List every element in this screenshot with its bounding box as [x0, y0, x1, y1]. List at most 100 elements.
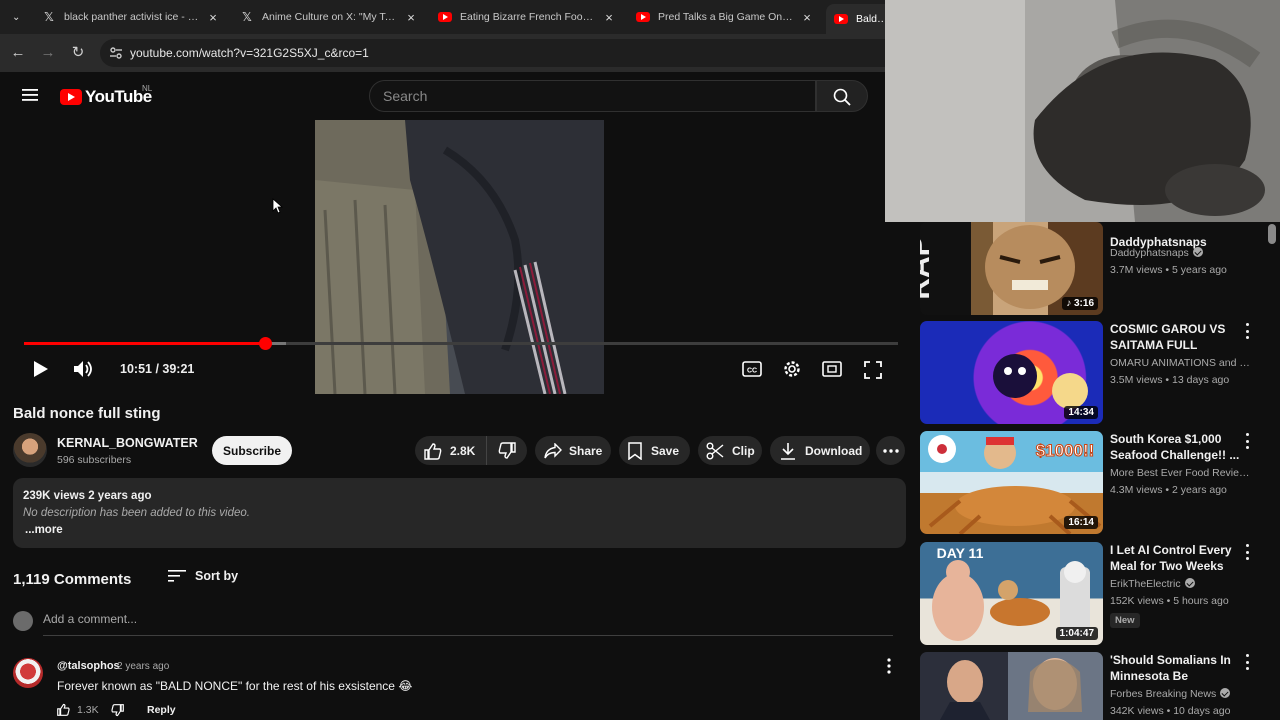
video-frame[interactable]: [315, 120, 604, 394]
site-settings-icon[interactable]: [109, 46, 123, 60]
video-duration: 1:04:47: [1055, 627, 1098, 640]
captions-icon[interactable]: CC: [742, 361, 762, 377]
more-actions-button[interactable]: [876, 436, 905, 465]
view-count-and-age: 239K views 2 years ago: [23, 490, 152, 502]
browser-tab[interactable]: 𝕏 black panther activist ice - Search / …: [34, 4, 228, 30]
play-icon[interactable]: [33, 360, 49, 378]
recommended-title[interactable]: 'Should Somalians In Minnesota Be Requir…: [1110, 652, 1242, 684]
channel-name[interactable]: KERNAL_BONGWATER: [57, 436, 198, 450]
recommended-channel[interactable]: Daddyphatsnaps: [1110, 247, 1252, 259]
share-icon: [544, 442, 562, 458]
sort-by-button[interactable]: Sort by: [168, 569, 238, 583]
browser-tab[interactable]: Pred Talks a Big Game Online, then ×: [628, 4, 822, 30]
recommended-video[interactable]: DAY 11 1:04:47 I Let AI Control Every Me…: [920, 542, 1280, 646]
recommended-channel[interactable]: OMARU ANIMATIONS and 5 m...: [1110, 357, 1252, 369]
tab-title: Eating Bizarre French Food in Paris: [460, 11, 596, 23]
menu-icon[interactable]: [22, 88, 38, 102]
video-player[interactable]: 10:51 / 39:21 CC: [0, 120, 910, 394]
webcam-feed-image: [885, 0, 1280, 222]
time-display: 10:51 / 39:21: [120, 362, 195, 376]
verified-icon: [1220, 688, 1231, 698]
more-vertical-icon[interactable]: [1244, 544, 1250, 560]
close-icon[interactable]: ×: [404, 10, 418, 25]
reload-icon[interactable]: ↻: [68, 43, 88, 63]
description-text: No description has been added to this vi…: [23, 507, 250, 519]
save-button[interactable]: Save: [619, 436, 690, 465]
comment-text: Forever known as "BALD NONCE" for the re…: [57, 679, 413, 693]
comment-author[interactable]: @talsophos: [57, 660, 120, 672]
video-duration: 14:34: [1064, 406, 1098, 419]
fullscreen-icon[interactable]: [864, 361, 882, 379]
chevron-down-icon: ⌄: [12, 11, 21, 23]
new-badge: New: [1110, 613, 1140, 628]
share-label: Share: [569, 443, 603, 458]
close-icon[interactable]: ×: [800, 10, 814, 25]
more-vertical-icon[interactable]: [1244, 654, 1250, 670]
recommended-video[interactable]: 14:34 COSMIC GAROU VS SAITAMA FULL FIGHT…: [920, 321, 1280, 425]
video-title: Bald nonce full sting: [13, 405, 161, 422]
volume-icon[interactable]: [73, 360, 95, 378]
video-duration: ♪ 3:16: [1062, 297, 1098, 310]
bookmark-icon: [628, 441, 642, 460]
video-thumbnail[interactable]: RAP ♪ 3:16: [920, 222, 1103, 315]
recommended-video[interactable]: RAP ♪ 3:16 Daddyphatsnaps [Baki] Daddyph…: [920, 212, 1280, 316]
download-button[interactable]: Download: [770, 436, 870, 465]
tab-search-button[interactable]: ⌄: [4, 4, 28, 30]
sidebar-scrollbar[interactable]: [1268, 224, 1276, 244]
clip-button[interactable]: Clip: [698, 436, 762, 465]
comment-count: 1,119 Comments: [13, 571, 132, 588]
back-icon[interactable]: ←: [8, 43, 28, 63]
description-box[interactable]: 239K views 2 years ago No description ha…: [13, 478, 906, 548]
share-button[interactable]: Share: [535, 436, 611, 465]
theater-mode-icon[interactable]: [822, 361, 842, 377]
browser-tab[interactable]: Eating Bizarre French Food in Paris ×: [430, 4, 624, 30]
progress-bar[interactable]: [24, 337, 898, 350]
browser-tab[interactable]: 𝕏 Anime Culture on X: "My Tsundere ×: [232, 4, 426, 30]
dislike-button[interactable]: [487, 436, 527, 465]
scrubber-handle[interactable]: [259, 337, 273, 350]
close-icon[interactable]: ×: [602, 10, 616, 25]
comment-age[interactable]: 2 years ago: [117, 661, 169, 672]
comment-thumbs-up-icon[interactable]: [57, 703, 70, 716]
duration-text: 3:16: [1073, 298, 1094, 309]
video-thumbnail[interactable]: DAY 11 1:04:47: [920, 542, 1103, 645]
show-more-link[interactable]: ...more: [25, 524, 63, 536]
like-button[interactable]: 2.8K: [415, 436, 487, 465]
more-vertical-icon[interactable]: [1244, 323, 1250, 339]
close-icon[interactable]: ×: [206, 10, 220, 25]
reply-button[interactable]: Reply: [147, 704, 176, 716]
search-input[interactable]: [383, 88, 803, 104]
subscribe-button[interactable]: Subscribe: [212, 436, 292, 465]
search-box[interactable]: [369, 80, 816, 112]
settings-gear-icon[interactable]: [782, 359, 802, 379]
video-thumbnail[interactable]: $1000!! 16:14: [920, 431, 1103, 534]
recommended-title[interactable]: COSMIC GAROU VS SAITAMA FULL FIGHT...: [1110, 321, 1242, 353]
add-comment-input[interactable]: Add a comment...: [43, 612, 893, 636]
recommended-video[interactable]: $1000!! 16:14 South Korea $1,000 Seafood…: [920, 431, 1280, 535]
forward-icon[interactable]: →: [38, 43, 58, 63]
recommended-meta: 152K views • 5 hours ago: [1110, 595, 1229, 607]
thumbnail-text: $1000!!: [1036, 441, 1095, 460]
recommended-title[interactable]: I Let AI Control Every Meal for Two Week…: [1110, 542, 1242, 574]
more-horizontal-icon: [882, 448, 899, 453]
recommended-channel[interactable]: ErikTheElectric: [1110, 578, 1252, 590]
comment-like-count: 1.3K: [77, 704, 99, 716]
recommended-channel[interactable]: More Best Ever Food Review S...: [1110, 467, 1252, 479]
video-thumbnail[interactable]: 14:34: [920, 321, 1103, 424]
comment-thumbs-down-icon[interactable]: [111, 704, 124, 717]
comment-menu-icon[interactable]: [886, 658, 892, 674]
search-button[interactable]: [816, 80, 868, 112]
commenter-avatar[interactable]: [13, 658, 43, 688]
youtube-logo[interactable]: YouTube: [60, 87, 152, 107]
youtube-logo-icon: [60, 89, 82, 105]
channel-avatar[interactable]: [13, 433, 47, 467]
video-thumbnail[interactable]: [920, 652, 1103, 720]
recommended-title[interactable]: South Korea $1,000 Seafood Challenge!! .…: [1110, 431, 1242, 463]
recommended-meta: 342K views • 10 days ago: [1110, 705, 1231, 717]
channel-text: OMARU ANIMATIONS and 5 m...: [1110, 357, 1252, 369]
recommended-video[interactable]: 'Should Somalians In Minnesota Be Requir…: [920, 652, 1280, 720]
recommended-channel[interactable]: Forbes Breaking News: [1110, 688, 1252, 700]
download-icon: [781, 442, 795, 460]
more-vertical-icon[interactable]: [1244, 433, 1250, 449]
thumbnail-art: [940, 658, 1082, 720]
